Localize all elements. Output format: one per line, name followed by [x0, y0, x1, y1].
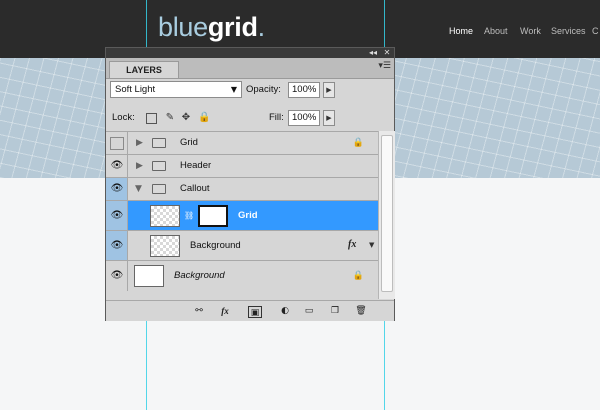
lock-icon: 🔒 [352, 138, 364, 148]
eye-icon: 👁 [110, 270, 124, 281]
layer-scrollbar[interactable] [378, 131, 395, 299]
nav-home[interactable]: Home [449, 26, 473, 36]
layer-row[interactable]: 👁 ▼ Callout [106, 178, 378, 201]
lock-transparency-icon[interactable] [146, 113, 157, 124]
panel-tabrow: LAYERS ▾☰ [106, 58, 394, 79]
collapse-icon[interactable]: ◂◂ [368, 48, 378, 58]
expand-arrow-icon[interactable]: ▶ [136, 137, 143, 149]
nav-services[interactable]: Services [551, 26, 586, 36]
scrollbar-thumb[interactable] [381, 135, 393, 292]
layer-row-selected[interactable]: 👁 ⛓ Grid [106, 201, 378, 231]
lock-image-icon[interactable]: ✎ [164, 112, 176, 124]
close-icon[interactable]: ✕ [382, 48, 392, 58]
visibility-toggle[interactable]: 👁 [106, 231, 128, 260]
chain-link-icon[interactable]: ⛓ [184, 210, 194, 222]
nav-about[interactable]: About [484, 26, 508, 36]
folder-icon [152, 138, 166, 148]
lock-position-icon[interactable]: ✥ [180, 112, 192, 124]
eye-icon: 👁 [110, 239, 124, 251]
layer-name: Background [190, 239, 241, 251]
eye-icon: 👁 [110, 160, 124, 171]
nav-contact[interactable]: C [592, 26, 599, 36]
adjustment-layer-icon[interactable]: ◐ [278, 305, 292, 317]
layer-row[interactable]: ▶ Grid 🔒 [106, 132, 378, 155]
new-layer-icon[interactable]: ❐ [328, 305, 342, 317]
lock-label: Lock: [112, 112, 135, 123]
fill-label: Fill: [269, 112, 284, 123]
fx-icon[interactable]: fx [348, 239, 356, 250]
visibility-toggle[interactable] [106, 132, 128, 154]
layer-row[interactable]: 👁 Background 🔒 [106, 261, 378, 291]
layer-name: Header [180, 160, 212, 171]
fx-expand-icon[interactable]: ▼ [369, 241, 374, 249]
add-mask-icon[interactable]: ▣ [248, 306, 262, 318]
visibility-toggle[interactable]: 👁 [106, 261, 128, 291]
layer-thumbnail [134, 265, 164, 287]
eye-icon: 👁 [110, 183, 124, 194]
folder-icon [152, 184, 166, 194]
tab-layers[interactable]: LAYERS [109, 61, 179, 78]
layers-panel: ◂◂ ✕ LAYERS ▾☰ Soft Light ▼ Opacity: 100%… [105, 47, 395, 321]
delete-layer-icon[interactable]: 🗑 [354, 305, 368, 317]
panel-footer: ⚯ fx ▣ ◐ ▭ ❐ 🗑 [106, 300, 394, 321]
fill-slider-button[interactable]: ▶ [323, 110, 335, 126]
blend-mode-value: Soft Light [115, 84, 156, 95]
site-logo[interactable]: bluegrid. [158, 12, 265, 43]
opacity-slider-button[interactable]: ▶ [323, 82, 335, 98]
lock-all-icon[interactable]: 🔒 [198, 112, 210, 124]
nav-work[interactable]: Work [520, 26, 541, 36]
collapse-arrow-icon[interactable]: ▼ [135, 183, 142, 195]
eye-icon: 👁 [110, 209, 124, 221]
lock-icon: 🔒 [352, 271, 364, 281]
visibility-toggle[interactable]: 👁 [106, 155, 128, 177]
opacity-input[interactable]: 100% [288, 82, 320, 98]
panel-menu-icon[interactable]: ▾☰ [378, 61, 391, 71]
folder-icon [152, 161, 166, 171]
link-layers-icon[interactable]: ⚯ [192, 305, 206, 317]
opacity-label: Opacity: [246, 84, 281, 95]
visibility-empty-icon [110, 137, 124, 150]
layer-name: Grid [238, 209, 258, 221]
layer-thumbnail [150, 204, 180, 227]
layer-row[interactable]: 👁 ▶ Header [106, 155, 378, 178]
panel-titlebar[interactable]: ◂◂ ✕ [106, 48, 394, 58]
layer-thumbnail [150, 234, 180, 257]
expand-arrow-icon[interactable]: ▶ [136, 160, 143, 172]
chevron-down-icon: ▼ [230, 85, 237, 94]
mask-thumbnail[interactable] [198, 204, 228, 227]
new-group-icon[interactable]: ▭ [302, 305, 316, 317]
layer-name: Grid [180, 137, 198, 148]
visibility-toggle[interactable]: 👁 [106, 201, 128, 230]
fill-input[interactable]: 100% [288, 110, 320, 126]
layer-list: ▶ Grid 🔒 👁 ▶ Header 👁 ▼ Callout 👁 ⛓ Grid [106, 131, 378, 300]
layer-name: Background [174, 270, 225, 281]
layer-row[interactable]: 👁 Background fx ▼ [106, 231, 378, 261]
layer-name: Callout [180, 183, 210, 194]
visibility-toggle[interactable]: 👁 [106, 178, 128, 200]
blend-mode-select[interactable]: Soft Light ▼ [110, 81, 242, 98]
add-style-icon[interactable]: fx [218, 305, 232, 317]
